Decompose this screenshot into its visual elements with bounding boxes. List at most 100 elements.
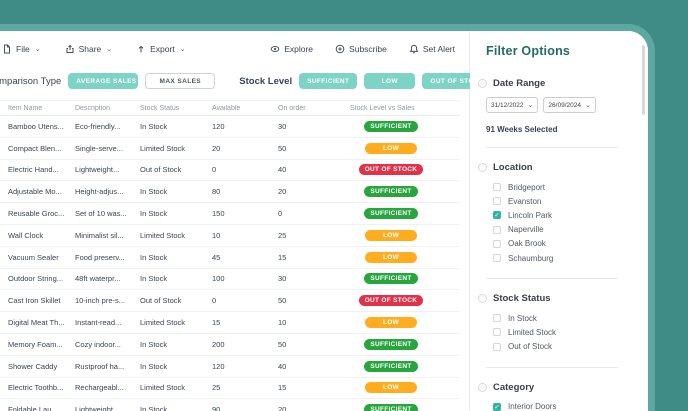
panel-title: Filter Options [486, 44, 571, 58]
filter-option[interactable]: ✓ Interior Doors [493, 400, 638, 411]
table-row[interactable]: Foldable Lau... Lightweight... In Stock 90 2… [0, 399, 460, 411]
checkbox-icon[interactable] [493, 197, 501, 206]
cell-available: 0 [212, 296, 217, 306]
checkbox-icon[interactable] [493, 342, 501, 351]
max-sales-button[interactable]: MAX SALES [145, 73, 216, 89]
table-row[interactable]: Shower Caddy Rustproof ha... In Stock 120 40… [0, 356, 460, 378]
table-row[interactable]: Vacuum Sealer Food preserv... In Stock 45 15… [0, 247, 460, 269]
cell-desc: Rustproof ha... [75, 361, 125, 371]
option-label: In Stock [508, 313, 537, 323]
status-badge: SUFFICIENT [364, 120, 418, 132]
explore-label: Explore [284, 44, 314, 54]
option-label: Lincoln Park [508, 210, 553, 220]
col-item-name: Item Name [8, 104, 43, 112]
status-badge: SUFFICIENT [364, 208, 418, 220]
filter-group-header: Location [478, 162, 638, 173]
average-sales-button[interactable]: AVERAGE SALES [68, 73, 139, 89]
cell-name: Digital Meat Th... [8, 318, 65, 328]
cell-on-order: 40 [278, 361, 287, 371]
panel-scrollbar[interactable] [642, 45, 645, 115]
group-radio[interactable] [478, 382, 487, 392]
checkbox-icon[interactable] [493, 328, 501, 337]
group-radio[interactable] [478, 163, 487, 172]
table-row[interactable]: Cast Iron Skillet 10-inch pre-s... Out of … [0, 290, 460, 313]
cell-status: Limited Stock [140, 143, 186, 153]
checkbox-icon[interactable] [493, 314, 501, 323]
filter-option[interactable]: ✓ Lincoln Park [493, 208, 638, 222]
stock-option-button[interactable]: LOW [364, 73, 416, 89]
app-window: File ⌄ Share ⌄ Export ⌄ Explore Subscrib… [0, 31, 648, 411]
filter-option[interactable]: Bridgeport [493, 180, 638, 194]
filter-option[interactable]: Out of Stock [493, 340, 638, 354]
end-date-select[interactable]: 26/09/2024 ⌄ [543, 97, 596, 113]
col-available: Available [212, 104, 241, 112]
checkbox-checked-icon[interactable]: ✓ [493, 402, 501, 411]
filter-option[interactable]: Schaumburg [493, 251, 638, 265]
filter-option[interactable]: Limited Stock [493, 325, 638, 339]
cell-name: Adjustable Mo... [8, 187, 62, 197]
checkbox-icon[interactable] [493, 254, 501, 263]
table-row[interactable]: Electric Hand... Lightweight... Out of Sto… [0, 160, 460, 182]
cell-desc: 48ft waterpr... [75, 274, 121, 284]
checkbox-icon[interactable] [493, 183, 501, 192]
cell-on-order: 30 [278, 274, 287, 284]
group-label: Stock Status [493, 293, 551, 305]
export-menu[interactable]: Export ⌄ [136, 44, 186, 54]
table-row[interactable]: Outdoor String... 48ft waterpr... In Stock… [0, 269, 460, 291]
chevron-down-icon: ⌄ [527, 102, 534, 109]
filter-option[interactable]: Evanston [493, 194, 638, 208]
status-badge: SUFFICIENT [364, 338, 418, 350]
cell-badge: LOW [342, 142, 432, 154]
table-row[interactable]: Bamboo Utens... Eco-friendly... In Stock 12… [0, 116, 460, 138]
file-menu[interactable]: File ⌄ [2, 44, 41, 54]
cell-badge: LOW [342, 251, 432, 263]
table-row[interactable]: Adjustable Mo... Height-adjus... In Stock 8… [0, 181, 460, 204]
checkbox-icon[interactable] [493, 239, 501, 248]
date-range-radio[interactable] [478, 79, 487, 88]
stock-option-button[interactable]: SUFFICIENT [299, 73, 358, 89]
cell-desc: Food preserv... [75, 252, 125, 262]
checkbox-icon[interactable] [493, 225, 501, 234]
cell-name: Electric Hand... [8, 165, 59, 175]
group-options: ✓Interior DoorsKitchen CabinetsN/A [493, 400, 638, 411]
cell-name: Outdoor String... [8, 274, 64, 284]
cell-available: 80 [212, 187, 221, 197]
set-alert-button[interactable]: Set Alert [409, 44, 455, 54]
status-badge: LOW [365, 317, 417, 329]
table-row[interactable]: Wall Clock Minimalist sil... Limited Stock… [0, 225, 460, 247]
cell-name: Vacuum Sealer [8, 252, 59, 262]
start-date-value: 31/12/2022 [491, 101, 524, 109]
table-row[interactable]: Electric Toothb... Rechargeabl... Limited … [0, 378, 460, 400]
table-row[interactable]: Reusable Groc... Set of 10 was... In Stock… [0, 203, 460, 225]
chevron-down-icon: ⌄ [179, 46, 186, 53]
file-menu-label: File [16, 44, 30, 54]
cell-on-order: 40 [278, 165, 287, 175]
cell-available: 25 [212, 383, 221, 393]
table-row[interactable]: Compact Blen... Single-serve... Limited St… [0, 138, 460, 160]
checkbox-checked-icon[interactable]: ✓ [493, 211, 501, 220]
subscribe-button[interactable]: Subscribe [335, 44, 387, 54]
option-label: Evanston [508, 196, 542, 206]
table-row[interactable]: Memory Foam... Cozy indoor... In Stock 200 5… [0, 334, 460, 356]
filter-option[interactable]: Naperville [493, 223, 638, 237]
filter-option[interactable]: In Stock [493, 311, 638, 325]
explore-button[interactable]: Explore [270, 44, 313, 54]
cell-on-order: 30 [278, 121, 287, 131]
col-stock-vs-sales: Stock Level vs Sales [350, 104, 415, 112]
cell-desc: Lightweight... [75, 405, 120, 411]
cell-desc: Single-serve... [75, 143, 123, 153]
start-date-select[interactable]: 31/12/2022 ⌄ [486, 97, 539, 113]
option-label: Oak Brook [508, 239, 546, 249]
table-row[interactable]: Digital Meat Th... Instant-read... Limited… [0, 312, 460, 334]
share-menu[interactable]: Share ⌄ [65, 44, 112, 54]
group-radio[interactable] [478, 294, 487, 304]
filter-option[interactable]: Oak Brook [493, 237, 638, 251]
cell-status: Limited Stock [140, 383, 186, 393]
cell-on-order: 15 [278, 252, 287, 262]
cell-name: Electric Toothb... [8, 383, 64, 393]
eye-icon [270, 46, 280, 52]
date-range-label: Date Range [493, 78, 546, 89]
cell-available: 200 [212, 339, 225, 349]
status-badge: LOW [365, 382, 417, 394]
option-label: Interior Doors [508, 402, 557, 411]
